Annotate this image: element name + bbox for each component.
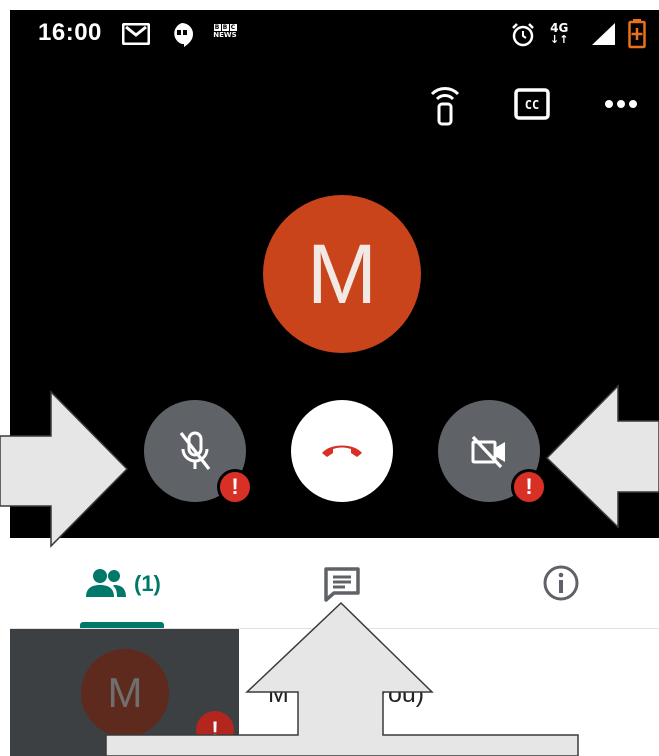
- signal-icon: [592, 23, 615, 45]
- bbc-news-text: NEWS: [213, 31, 237, 39]
- alarm-icon: [512, 23, 534, 47]
- bbc-news-icon: BBC NEWS: [213, 24, 237, 39]
- mic-error-badge: !: [217, 469, 253, 505]
- tab-people[interactable]: [76, 552, 186, 622]
- people-icon: [86, 569, 126, 597]
- participant-thumbnail[interactable]: M !: [10, 629, 239, 756]
- end-call-icon: [322, 445, 362, 457]
- mic-off-icon: [179, 431, 211, 470]
- participant-avatar-large: M: [263, 195, 421, 353]
- gmail-icon: [122, 23, 150, 45]
- battery-icon: [628, 19, 646, 49]
- captions-icon[interactable]: CC: [514, 88, 550, 120]
- svg-text:CC: CC: [525, 98, 539, 112]
- panel-tabs: (1): [10, 538, 659, 628]
- status-time: 16:00: [38, 19, 102, 46]
- chat-icon[interactable]: [323, 566, 361, 602]
- participant-error-badge: !: [196, 711, 234, 749]
- participant-avatar-small: M: [81, 649, 169, 737]
- participant-name: M .ndon (You): [268, 680, 425, 708]
- camera-error-badge: !: [511, 469, 547, 505]
- cast-icon[interactable]: [428, 84, 462, 126]
- network-type: 4G ↓↑: [550, 21, 569, 46]
- info-icon[interactable]: [542, 564, 580, 602]
- status-bar: 16:00 BBC NEWS 4G ↓↑: [10, 10, 659, 58]
- people-count: (1): [134, 571, 161, 596]
- hangouts-icon: [174, 23, 193, 47]
- more-options-icon[interactable]: [604, 98, 638, 110]
- videocam-off-icon: [471, 435, 505, 469]
- end-call-button[interactable]: [291, 400, 393, 502]
